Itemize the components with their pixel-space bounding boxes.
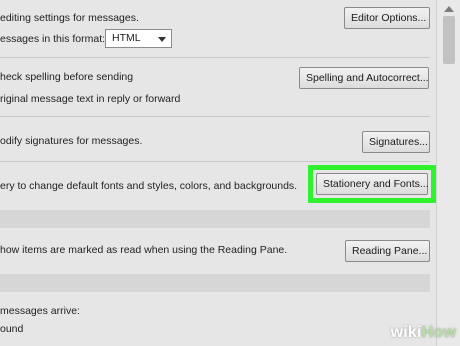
scrollbar-thumb[interactable] bbox=[443, 16, 455, 64]
stationery-text: ery to change default fonts and styles, … bbox=[0, 180, 298, 192]
section-divider bbox=[0, 116, 430, 117]
wikihow-watermark: wikiHow bbox=[391, 324, 456, 342]
section-divider bbox=[0, 57, 430, 58]
signatures-button[interactable]: Signatures... bbox=[362, 131, 430, 153]
scroll-up-arrow-icon[interactable] bbox=[444, 6, 454, 12]
stationery-fonts-button[interactable]: Stationery and Fonts... bbox=[316, 173, 429, 195]
play-sound-text: ound bbox=[0, 323, 24, 335]
message-arrival-text: messages arrive: bbox=[0, 305, 80, 317]
watermark-wiki: wiki bbox=[390, 324, 422, 341]
section-header-band bbox=[0, 274, 430, 292]
reading-pane-text: how items are marked as read when using … bbox=[0, 244, 288, 256]
message-format-select[interactable]: HTML bbox=[105, 29, 172, 48]
signatures-text: odify signatures for messages. bbox=[0, 135, 143, 147]
watermark-how: How bbox=[421, 324, 456, 341]
reading-pane-button[interactable]: Reading Pane... bbox=[345, 240, 430, 262]
editor-options-button[interactable]: Editor Options... bbox=[344, 7, 430, 29]
check-spelling-text: heck spelling before sending bbox=[0, 71, 134, 83]
vertical-scrollbar[interactable] bbox=[436, 0, 460, 346]
section-header-band bbox=[0, 210, 430, 228]
compose-editing-text: editing settings for messages. bbox=[0, 12, 139, 24]
spelling-autocorrect-button[interactable]: Spelling and Autocorrect... bbox=[299, 67, 429, 89]
section-divider bbox=[0, 161, 430, 162]
chevron-down-icon bbox=[158, 37, 166, 42]
compose-format-label: essages in this format: bbox=[0, 33, 106, 45]
message-format-value: HTML bbox=[112, 32, 141, 44]
original-message-text: riginal message text in reply or forward bbox=[0, 93, 181, 105]
